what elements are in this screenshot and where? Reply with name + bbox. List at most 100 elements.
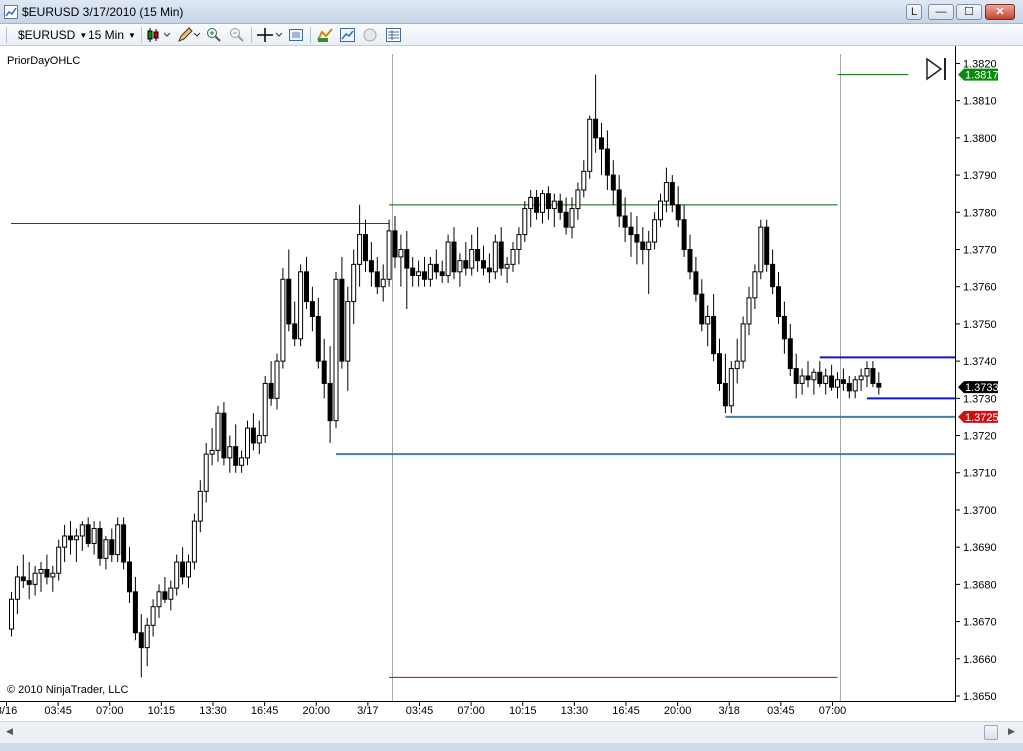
time-tick-label: 10:15: [148, 705, 176, 717]
candle-body-up: [457, 260, 463, 273]
candle-body-down: [132, 591, 138, 634]
time-tick-label: 13:30: [561, 705, 589, 717]
candle-body-down: [622, 215, 628, 228]
candle-body-down: [475, 248, 481, 262]
candle-body-up: [103, 539, 109, 559]
candle-body-down: [315, 315, 321, 362]
price-tick-label: 1.3660: [963, 654, 997, 666]
candlestick-bar: [280, 268, 286, 369]
candle-body-down: [640, 241, 646, 250]
scrollbar-thumb[interactable]: [984, 725, 998, 740]
candle-body-up: [333, 278, 339, 422]
maximize-button[interactable]: ☐: [956, 4, 982, 20]
price-tick-label: 1.3770: [963, 244, 997, 256]
candlestick-icon[interactable]: [146, 27, 172, 43]
candle-body-up: [811, 371, 817, 381]
strategy-icon[interactable]: [316, 27, 334, 43]
candlestick-bar: [262, 376, 268, 443]
candle-body-down: [717, 353, 722, 384]
price-tick-label: 1.3740: [963, 356, 997, 368]
candlestick-bar: [298, 264, 304, 347]
candle-body-down: [286, 278, 292, 325]
candle-body-down: [593, 118, 599, 139]
candle-body-down: [693, 271, 699, 295]
candle-body-down: [422, 271, 427, 280]
candlestick-bar: [758, 219, 764, 280]
candle-body-up: [728, 368, 734, 407]
candle-body-down: [498, 241, 504, 269]
price-marker-label: 1.3733: [965, 382, 999, 394]
instrument-selector[interactable]: $EURUSD ▼: [18, 27, 87, 43]
candle-body-up: [516, 234, 522, 250]
candle-body-down: [628, 226, 634, 236]
candle-body-up: [581, 170, 587, 191]
interval-selector[interactable]: 15 Min ▼: [88, 27, 136, 43]
candle-body-down: [681, 219, 687, 250]
candle-body-down: [557, 200, 563, 213]
candle-body-down: [481, 260, 486, 269]
candle-body-up: [746, 297, 752, 325]
horizontal-scrollbar[interactable]: ◀ ▶: [0, 721, 1023, 743]
candle-body-up: [186, 561, 191, 578]
window-titlebar: $EURUSD 3/17/2010 (15 Min) L — ☐ ✕: [0, 0, 1023, 24]
candle-body-up: [380, 278, 386, 288]
candle-body-down: [770, 263, 776, 288]
candle-body-down: [292, 323, 298, 340]
price-marker-label: 1.3817: [965, 70, 999, 82]
candle-body-up: [658, 200, 663, 221]
price-tick-label: 1.3690: [963, 542, 997, 554]
candle-body-up: [91, 528, 97, 544]
interval-label: 15 Min: [88, 28, 125, 42]
candle-body-down: [563, 211, 569, 228]
candle-body-up: [427, 263, 433, 280]
candle-body-up: [551, 200, 557, 210]
zoom-out-icon[interactable]: [229, 27, 245, 43]
instrument-label: $EURUSD: [18, 28, 76, 42]
price-tick-label: 1.3670: [963, 617, 997, 629]
zoom-in-icon[interactable]: [206, 27, 222, 43]
candle-body-down: [97, 528, 103, 559]
candle-body-up: [852, 379, 858, 392]
data-box-icon[interactable]: [385, 27, 403, 43]
candle-body-down: [439, 271, 445, 277]
candle-body-down: [793, 368, 799, 384]
candle-body-up: [799, 375, 805, 384]
candle-body-up: [115, 524, 121, 556]
price-tick-label: 1.3650: [963, 691, 997, 703]
candle-body-up: [398, 248, 404, 258]
time-tick-label: 07:00: [96, 705, 124, 717]
price-chart[interactable]: 1.3650 1.3660 1.3670 1.3680 1.3690 1.3700 1.37…: [0, 46, 1023, 721]
chevron-down-icon: ▼: [128, 30, 136, 40]
scroll-left-icon[interactable]: ◀: [6, 726, 13, 737]
minimize-button[interactable]: —: [928, 4, 954, 20]
chart-trader-icon[interactable]: [339, 27, 357, 43]
scroll-right-icon[interactable]: ▶: [1008, 726, 1015, 737]
properties-icon[interactable]: [288, 27, 304, 43]
price-tick-label: 1.3730: [963, 393, 997, 405]
candle-body-down: [463, 260, 469, 269]
candle-body-up: [540, 193, 545, 213]
time-tick-label: 13:30: [199, 705, 227, 717]
crosshair-icon[interactable]: [256, 27, 284, 43]
candle-body-up: [858, 375, 864, 381]
price-tick-label: 1.3780: [963, 207, 997, 219]
candle-body-down: [675, 204, 681, 221]
candle-body-up: [740, 323, 746, 362]
candle-body-down: [599, 137, 604, 150]
time-tick-label: 3/17: [357, 705, 378, 717]
candle-body-up: [73, 535, 79, 541]
chart-toolbar: $EURUSD ▼ 15 Min ▼: [0, 24, 1023, 46]
candle-body-down: [404, 248, 410, 269]
price-tick-label: 1.3810: [963, 96, 997, 108]
circle-icon[interactable]: [362, 27, 378, 43]
candle-body-up: [823, 375, 829, 384]
price-tick-label: 1.3680: [963, 579, 997, 591]
plot-background: [0, 46, 955, 721]
candle-body-up: [528, 196, 534, 210]
link-button[interactable]: L: [906, 4, 922, 20]
candle-body-down: [392, 230, 398, 258]
time-tick-label: 03:45: [767, 705, 795, 717]
close-button[interactable]: ✕: [985, 4, 1015, 20]
candle-body-down: [687, 248, 693, 273]
pencil-icon[interactable]: [176, 27, 202, 43]
